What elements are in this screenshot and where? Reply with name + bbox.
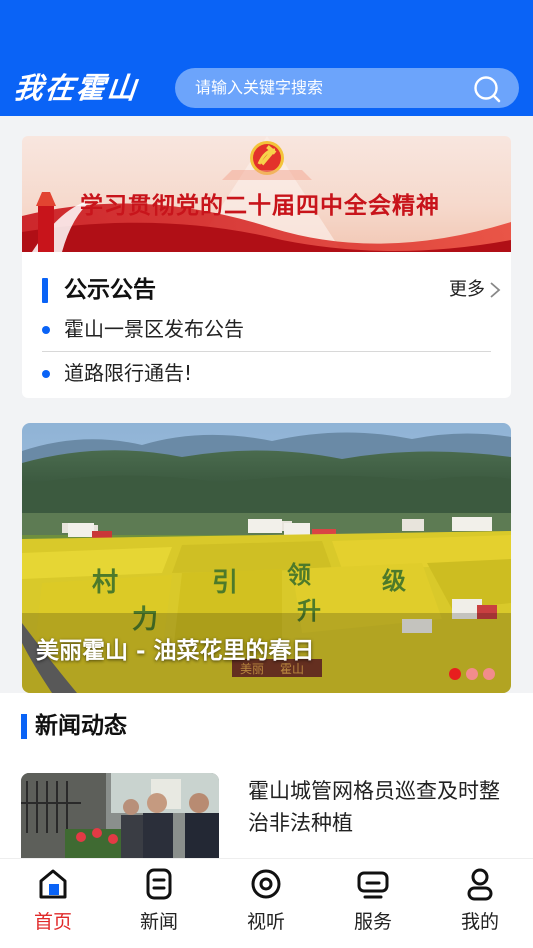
field-word: 引 xyxy=(212,568,238,598)
more-link[interactable]: 更多 xyxy=(449,276,485,304)
notice-item[interactable]: 道路限行通告! xyxy=(42,354,491,394)
carousel-indicator[interactable] xyxy=(449,668,495,680)
tab-label: 视听 xyxy=(246,911,285,933)
tab-label: 我的 xyxy=(460,911,499,933)
profile-icon xyxy=(467,868,493,901)
notice-item-label: 霍山一景区发布公告 xyxy=(64,317,244,341)
notice-item[interactable]: 霍山一景区发布公告 xyxy=(42,310,491,350)
news-photo xyxy=(21,773,219,858)
tab-label: 服务 xyxy=(353,911,392,933)
tab-service[interactable]: 服务 xyxy=(320,859,426,948)
app-title: 我在霍山 xyxy=(12,71,140,105)
news-section: 新闻动态 霍山城管网格员巡查及时整治非法种植 xyxy=(0,693,533,858)
notice-item-label: 道路限行通告! xyxy=(64,361,193,385)
bottom-tab-bar: 首页 新闻 视听 服务 我的 xyxy=(0,858,533,948)
home-icon xyxy=(39,869,67,899)
media-icon xyxy=(251,869,281,899)
notice-card: 公示公告 更多 霍山一景区发布公告 道路限行通告! xyxy=(22,252,511,398)
field-word: 领 xyxy=(287,560,311,589)
chevron-right-icon[interactable] xyxy=(489,281,501,299)
notice-title: 公示公告 xyxy=(64,277,156,303)
search-icon[interactable] xyxy=(473,75,501,103)
news-icon xyxy=(146,868,172,900)
app-root: 我在霍山 请输入关键字搜索 学习贯彻党的二十届四中全会精神 公示公告 更多 霍山… xyxy=(0,0,533,948)
field-word: 村 xyxy=(92,568,118,598)
tab-news[interactable]: 新闻 xyxy=(106,859,212,948)
carousel-dot[interactable] xyxy=(483,668,495,680)
carousel-dot-active[interactable] xyxy=(449,668,461,680)
tab-profile[interactable]: 我的 xyxy=(427,859,533,948)
party-emblem-icon xyxy=(250,141,284,175)
section-accent-bar xyxy=(21,714,27,739)
search-placeholder: 请输入关键字搜索 xyxy=(195,78,324,97)
divider xyxy=(42,351,491,352)
search-input[interactable]: 请输入关键字搜索 xyxy=(175,68,519,108)
news-headline[interactable]: 霍山城管网格员巡查及时整治非法种植 xyxy=(248,775,510,839)
banner-slogan: 学习贯彻党的二十届四中全会精神 xyxy=(80,192,440,219)
section-accent-bar xyxy=(42,278,48,303)
bullet-dot xyxy=(42,326,50,334)
featured-photo-card[interactable]: 村 引 领 升 级 力 美丽 霍山 美丽霍山 - 油菜花里的春日 xyxy=(22,423,511,693)
carousel-dot[interactable] xyxy=(466,668,478,680)
tab-home[interactable]: 首页 xyxy=(0,859,106,948)
photo-caption: 美丽霍山 - 油菜花里的春日 xyxy=(36,637,315,664)
bullet-dot xyxy=(42,370,50,378)
tab-label: 首页 xyxy=(33,911,72,933)
tab-media[interactable]: 视听 xyxy=(213,859,319,948)
field-word: 级 xyxy=(382,566,406,595)
top-header: 我在霍山 请输入关键字搜索 xyxy=(0,0,533,116)
service-icon xyxy=(357,871,389,899)
news-section-title: 新闻动态 xyxy=(35,713,127,739)
news-thumbnail[interactable] xyxy=(21,773,219,858)
promo-banner[interactable]: 学习贯彻党的二十届四中全会精神 xyxy=(22,136,511,252)
tab-label: 新闻 xyxy=(139,911,178,933)
